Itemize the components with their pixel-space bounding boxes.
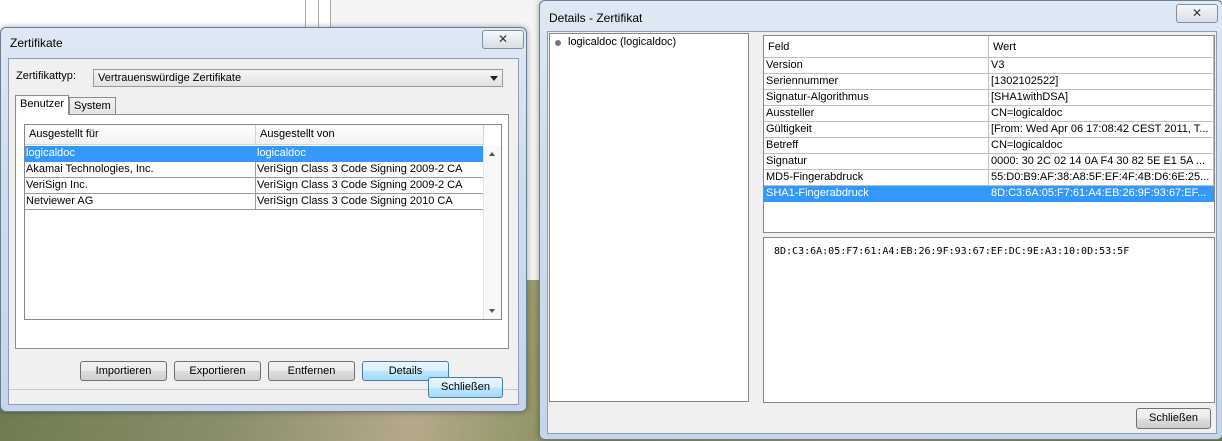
certificate-fields-table[interactable]: Feld Wert Version V3 Seriennummer [13021… [763,35,1215,233]
close-icon[interactable]: ✕ [1176,4,1218,23]
vertical-scrollbar[interactable] [483,146,501,319]
table-row[interactable]: MD5-Fingerabdruck 55:D0:B9:AF:38:A8:5F:E… [764,170,1214,186]
import-button[interactable]: Importieren [80,361,167,381]
table-row[interactable]: Signatur-Algorithmus [SHA1withDSA] [764,90,1214,106]
certificate-type-value: Vertrauenswürdige Zertifikate [98,72,242,84]
certificate-tree[interactable]: logicaldoc (logicaldoc) [549,33,749,402]
background-window [0,0,331,30]
table-row[interactable]: Betreff CN=logicaldoc [764,138,1214,154]
export-button[interactable]: Exportieren [174,361,261,381]
table-row[interactable]: Gültigkeit [From: Wed Apr 06 17:08:42 CE… [764,122,1214,138]
window-title: Zertifikate [10,36,63,50]
close-icon[interactable]: ✕ [482,30,524,49]
certificate-list[interactable]: Ausgestellt für Ausgestellt von logicald… [24,124,502,320]
window-title: Details - Zertifikat [549,11,643,25]
table-row[interactable]: Seriennummer [1302102522] [764,74,1214,90]
scroll-down-icon[interactable] [489,309,495,313]
dialog-client: Zertifikattyp: Vertrauenswürdige Zertifi… [8,58,519,405]
column-header-issued-by[interactable]: Ausgestellt von [256,125,484,145]
scroll-up-icon[interactable] [489,152,495,156]
close-button[interactable]: Schließen [428,377,503,398]
table-row[interactable]: SHA1-Fingerabdruck 8D:C3:6A:05:F7:61:A4:… [764,186,1214,202]
certificate-details-dialog: Details - Zertifikat ✕ logicaldoc (logic… [539,0,1222,440]
tree-node-icon [555,40,561,46]
tab-system[interactable]: System [69,97,116,115]
field-value-text: 8D:C3:6A:05:F7:61:A4:EB:26:9F:93:67:EF:D… [774,246,1130,257]
table-row[interactable]: Aussteller CN=logicaldoc [764,106,1214,122]
tab-panel: Ausgestellt für Ausgestellt von logicald… [15,114,509,349]
table-row[interactable]: Signatur 0000: 30 2C 02 14 0A F4 30 82 5… [764,154,1214,170]
field-value-textarea[interactable]: 8D:C3:6A:05:F7:61:A4:EB:26:9F:93:67:EF:D… [763,237,1215,403]
remove-button[interactable]: Entfernen [268,361,355,381]
certificates-dialog: Zertifikate ✕ Zertifikattyp: Vertrauensw… [0,27,527,412]
dialog-client: logicaldoc (logicaldoc) Feld Wert Versio… [547,31,1217,434]
column-header-value[interactable]: Wert [989,36,1214,58]
chevron-down-icon [490,76,498,81]
tree-item-label[interactable]: logicaldoc (logicaldoc) [568,36,676,48]
close-button[interactable]: Schließen [1136,408,1211,429]
certificate-type-label: Zertifikattyp: [16,70,76,82]
table-row[interactable]: Version V3 [764,58,1214,74]
column-header-issued-to[interactable]: Ausgestellt für [25,125,256,145]
certificate-type-select[interactable]: Vertrauenswürdige Zertifikate [93,69,503,87]
tab-benutzer[interactable]: Benutzer [15,95,70,115]
column-header-field[interactable]: Feld [764,36,989,58]
table-header: Feld Wert [764,36,1214,58]
